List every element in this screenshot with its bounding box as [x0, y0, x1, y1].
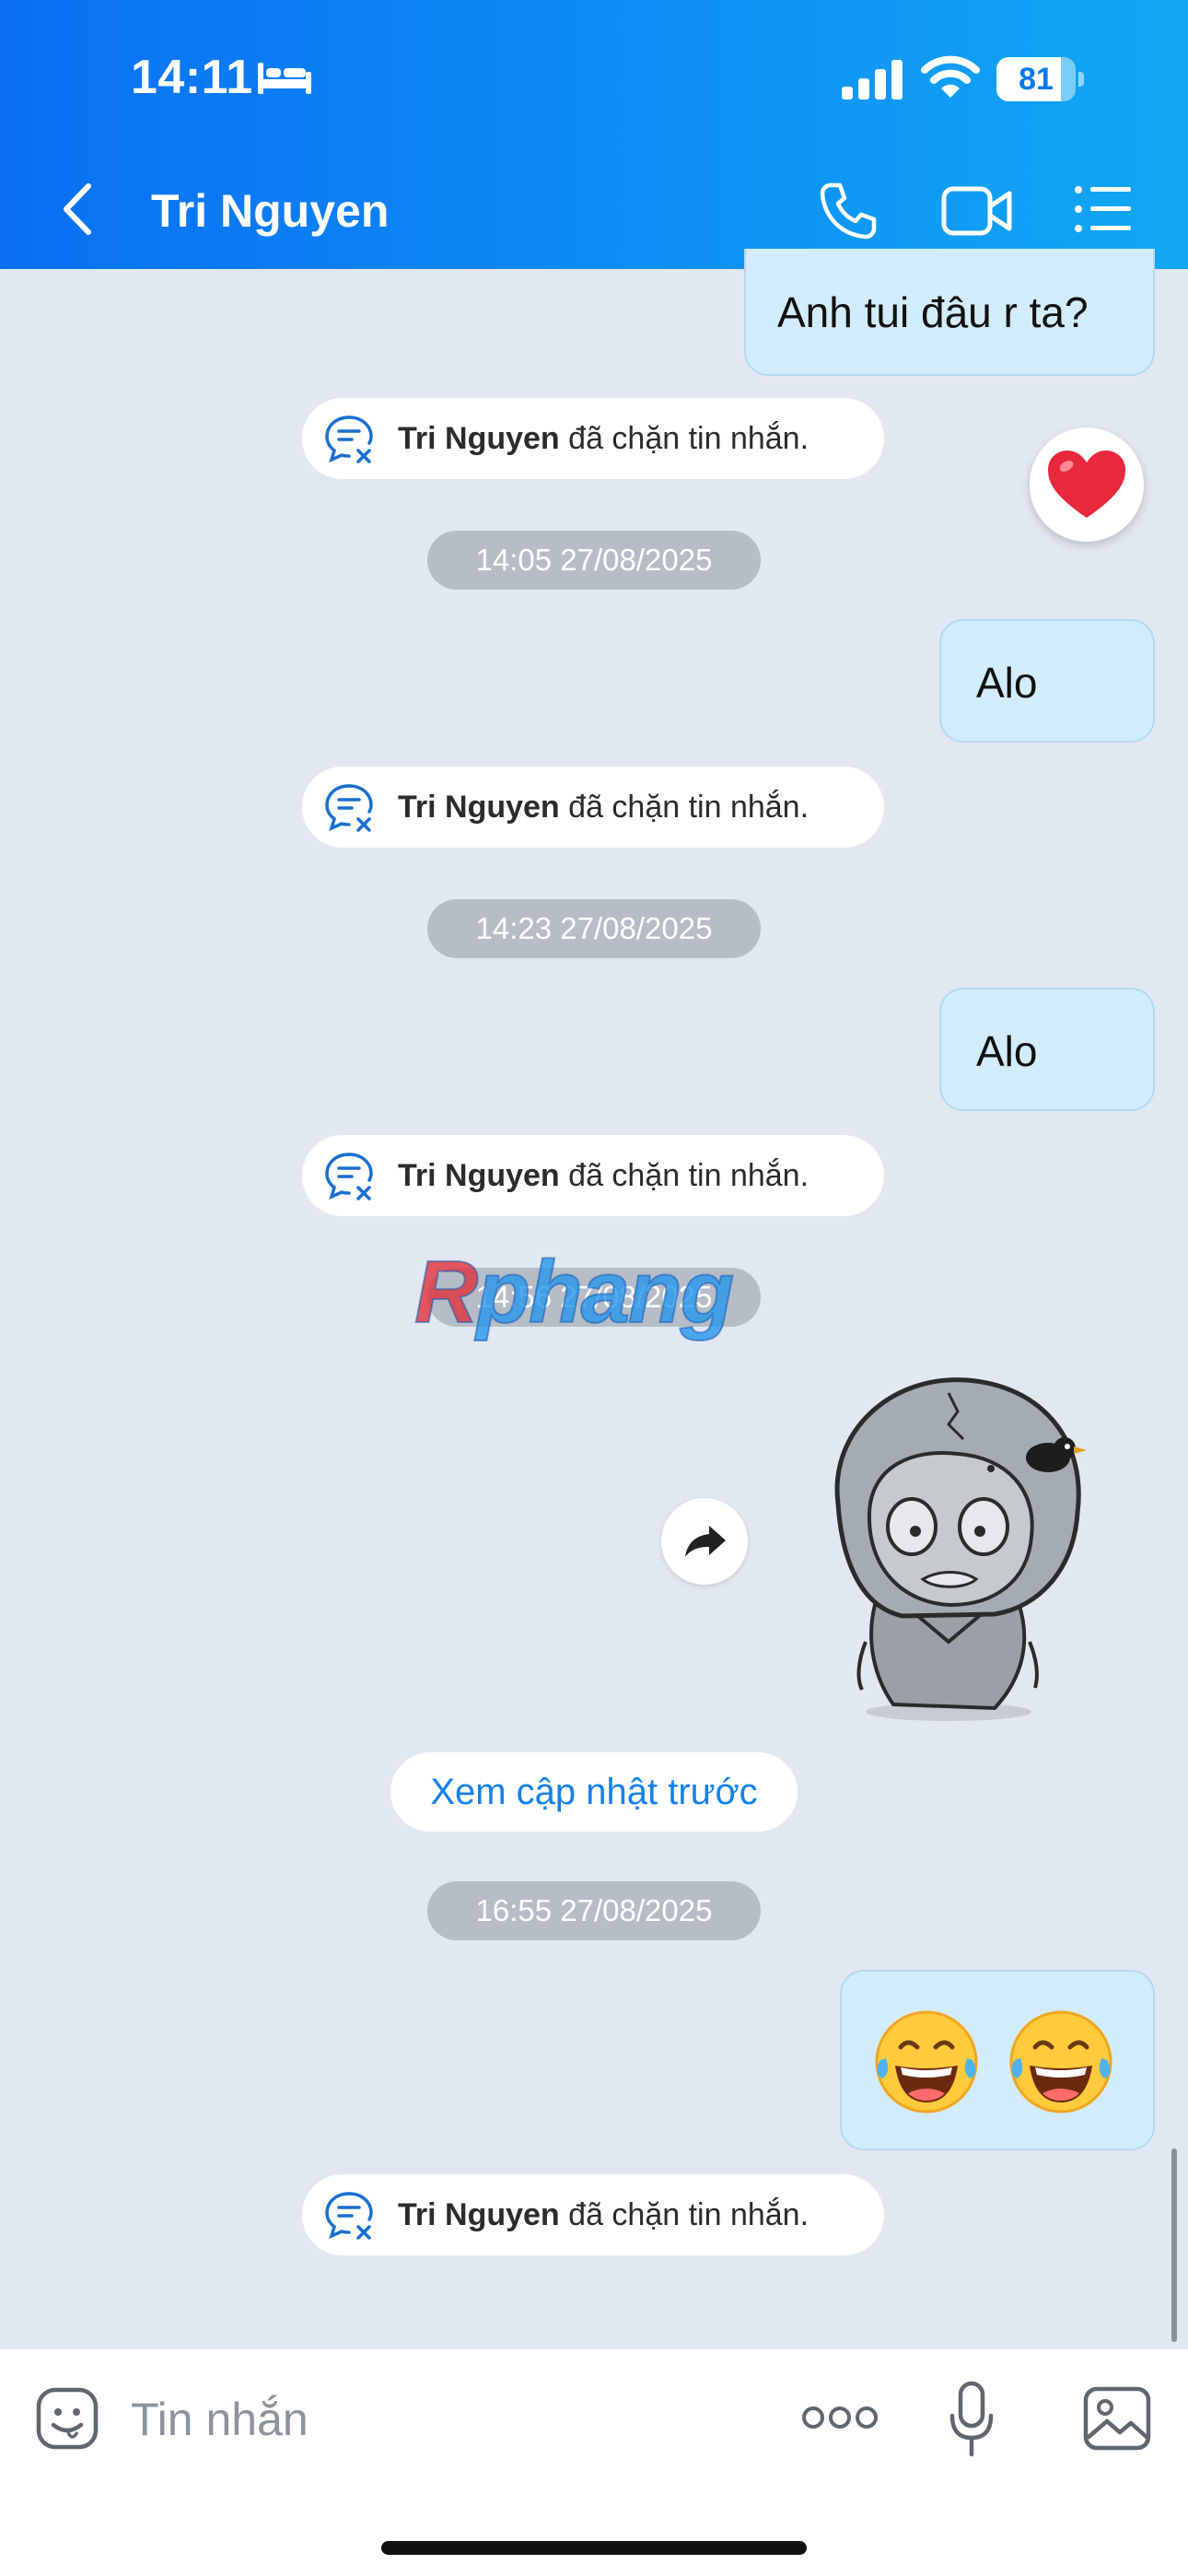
outgoing-emoji-message[interactable]	[840, 1970, 1155, 2150]
back-icon[interactable]	[55, 181, 101, 238]
timestamp-divider: 16:55 27/08/2025	[427, 1881, 761, 1940]
notice-name: Tri Nguyen	[398, 2197, 560, 2232]
battery-level: 81	[1019, 62, 1054, 97]
message-text: Alo	[976, 1027, 1038, 1075]
notice-text: đã chặn tin nhắn.	[568, 1158, 809, 1193]
blocked-notice: Tri Nguyen đã chặn tin nhắn.	[302, 767, 884, 848]
outgoing-message[interactable]: Anh tui đâu r ta?	[744, 249, 1155, 376]
bed-icon	[258, 63, 311, 94]
sticker-stone-boy[interactable]	[810, 1365, 1100, 1727]
outgoing-message[interactable]: Alo	[939, 988, 1155, 1111]
tears-of-joy-emoji-icon	[1009, 2010, 1112, 2113]
message-text: Alo	[976, 659, 1038, 707]
home-indicator[interactable]	[381, 2541, 807, 2555]
notice-name: Tri Nguyen	[398, 421, 560, 456]
notice-text: đã chặn tin nhắn.	[568, 2197, 809, 2232]
notice-name: Tri Nguyen	[398, 790, 560, 825]
forward-arrow-icon	[685, 1526, 726, 1557]
sticker-icon[interactable]	[35, 2386, 99, 2451]
outgoing-message[interactable]: Alo	[939, 619, 1155, 743]
blocked-chat-icon	[325, 2192, 373, 2240]
blocked-chat-icon	[325, 1153, 373, 1200]
menu-list-icon[interactable]	[1074, 184, 1133, 234]
signal-icon	[842, 60, 903, 100]
blocked-notice: Tri Nguyen đã chặn tin nhắn.	[302, 1135, 884, 1216]
microphone-icon[interactable]	[949, 2381, 995, 2458]
status-time: 14:11	[131, 51, 253, 104]
heart-reaction[interactable]	[1030, 427, 1144, 542]
wifi-icon	[921, 55, 980, 98]
blocked-notice: Tri Nguyen đã chặn tin nhắn.	[302, 398, 884, 479]
notice-text: đã chặn tin nhắn.	[568, 421, 809, 456]
see-previous-updates-button[interactable]: Xem cập nhật trước	[390, 1752, 798, 1832]
notice-name: Tri Nguyen	[398, 1158, 560, 1193]
chat-title[interactable]: Tri Nguyen	[151, 184, 389, 238]
chat-header: 14:11 81 Tri Nguyen	[0, 0, 1188, 269]
forward-button[interactable]	[661, 1498, 748, 1585]
video-call-icon[interactable]	[941, 184, 1013, 238]
tears-of-joy-emoji-icon	[875, 2010, 978, 2113]
message-composer	[0, 2349, 1188, 2576]
message-input[interactable]	[131, 2390, 646, 2449]
battery-icon: 81	[996, 57, 1085, 101]
image-gallery-icon[interactable]	[1083, 2386, 1151, 2451]
notice-text: đã chặn tin nhắn.	[568, 790, 809, 825]
blocked-chat-icon	[325, 784, 373, 832]
scrollbar[interactable]	[1171, 2149, 1177, 2342]
phone-icon[interactable]	[818, 181, 879, 241]
message-text: Anh tui đâu r ta?	[777, 288, 1089, 336]
timestamp-divider: 14:23 27/08/2025	[427, 899, 761, 958]
more-options-icon[interactable]	[801, 2401, 879, 2434]
blocked-notice: Tri Nguyen đã chặn tin nhắn.	[302, 2174, 884, 2255]
watermark-logo: Rphang	[413, 1242, 735, 1342]
blocked-chat-icon	[325, 416, 373, 463]
timestamp-divider: 14:05 27/08/2025	[427, 531, 761, 590]
heart-icon	[1048, 451, 1125, 518]
